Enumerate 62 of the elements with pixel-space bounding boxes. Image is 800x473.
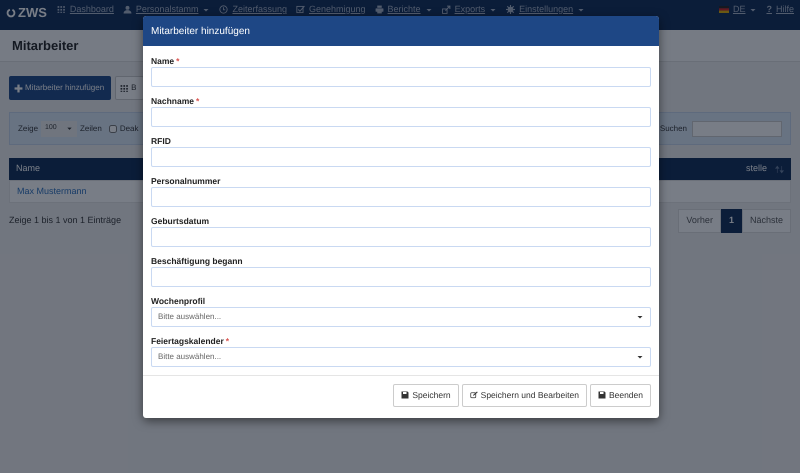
page-link[interactable]: 1 xyxy=(720,209,742,232)
table-cell[interactable]: Max Mustermann xyxy=(17,184,87,198)
search-label: Suchen xyxy=(660,122,687,134)
caret-icon xyxy=(636,313,644,321)
input-field[interactable] xyxy=(151,107,651,127)
grid-icon xyxy=(56,5,66,14)
settings-icon xyxy=(506,5,516,14)
edit-icon xyxy=(470,391,478,400)
caret-icon xyxy=(66,125,74,132)
nav-link[interactable]: Berichte xyxy=(374,3,433,16)
user-icon xyxy=(122,5,132,14)
field-label: RFID xyxy=(151,135,171,147)
nav-link[interactable]: Dashboard xyxy=(56,3,114,16)
input-field[interactable] xyxy=(151,187,651,207)
input-field[interactable] xyxy=(151,147,651,167)
page-link[interactable]: Nächste xyxy=(742,209,791,232)
footer-button[interactable]: Speichern und Bearbeiten xyxy=(462,384,587,407)
select-field[interactable]: Bitte auswählen... xyxy=(151,307,651,327)
help-icon: ? xyxy=(766,3,772,16)
input-field[interactable] xyxy=(151,267,651,287)
checkbox[interactable] xyxy=(108,124,117,132)
grid-icon xyxy=(120,84,130,92)
printer-icon xyxy=(374,5,384,14)
language-dropdown[interactable]: DE xyxy=(718,3,758,16)
field-label: Wochenprofil xyxy=(151,295,206,307)
field-label: Feiertagskalender xyxy=(151,335,224,347)
select-field[interactable]: Bitte auswählen... xyxy=(151,347,651,367)
nav-link[interactable]: Genehmigung xyxy=(296,3,366,16)
logo-icon xyxy=(6,8,16,18)
page-link[interactable]: Vorher xyxy=(678,209,721,232)
rows-label: Zeilen xyxy=(80,122,102,134)
sort-icon xyxy=(775,164,784,174)
footer-button[interactable]: Beenden xyxy=(590,384,651,407)
show-label: Zeige xyxy=(18,122,38,134)
toolbar-button[interactable]: Mitarbeiter hinzufügen xyxy=(9,76,112,100)
field-label: Beschäftigung begann xyxy=(151,255,243,267)
modal-title: Mitarbeiter hinzufügen xyxy=(143,16,659,46)
input-field[interactable] xyxy=(151,67,651,87)
nav-link[interactable]: Zeiterfassung xyxy=(219,3,287,16)
field-label: Geburtsdatum xyxy=(151,215,210,227)
toolbar-button[interactable]: B xyxy=(115,76,144,100)
footer-button[interactable]: Speichern xyxy=(393,384,459,407)
required-mark: * xyxy=(196,95,200,107)
nav-link[interactable]: Personalstamm xyxy=(122,3,210,16)
clock-icon xyxy=(219,5,228,14)
column-header[interactable]: Name xyxy=(16,162,40,176)
field-label: Personalnummer xyxy=(151,175,220,187)
export-icon xyxy=(442,5,451,14)
nav-link[interactable]: Einstellungen xyxy=(506,3,586,16)
field-label: Nachname xyxy=(151,95,194,107)
checkbox-label: Deak xyxy=(120,122,138,134)
column-header[interactable]: stelle xyxy=(746,162,767,176)
entries-info: Zeige 1 bis 1 von 1 Einträge xyxy=(9,214,122,227)
checkbox-icon xyxy=(296,5,305,14)
input-field[interactable] xyxy=(151,227,651,247)
help-link[interactable]: ? Hilfe xyxy=(766,3,794,16)
required-mark: * xyxy=(226,335,230,347)
plus-icon xyxy=(14,84,23,92)
caret-icon xyxy=(636,353,644,361)
brand-name[interactable]: ZWS xyxy=(18,3,47,22)
nav-link[interactable]: Exports xyxy=(442,3,498,16)
flag-icon xyxy=(718,6,729,14)
